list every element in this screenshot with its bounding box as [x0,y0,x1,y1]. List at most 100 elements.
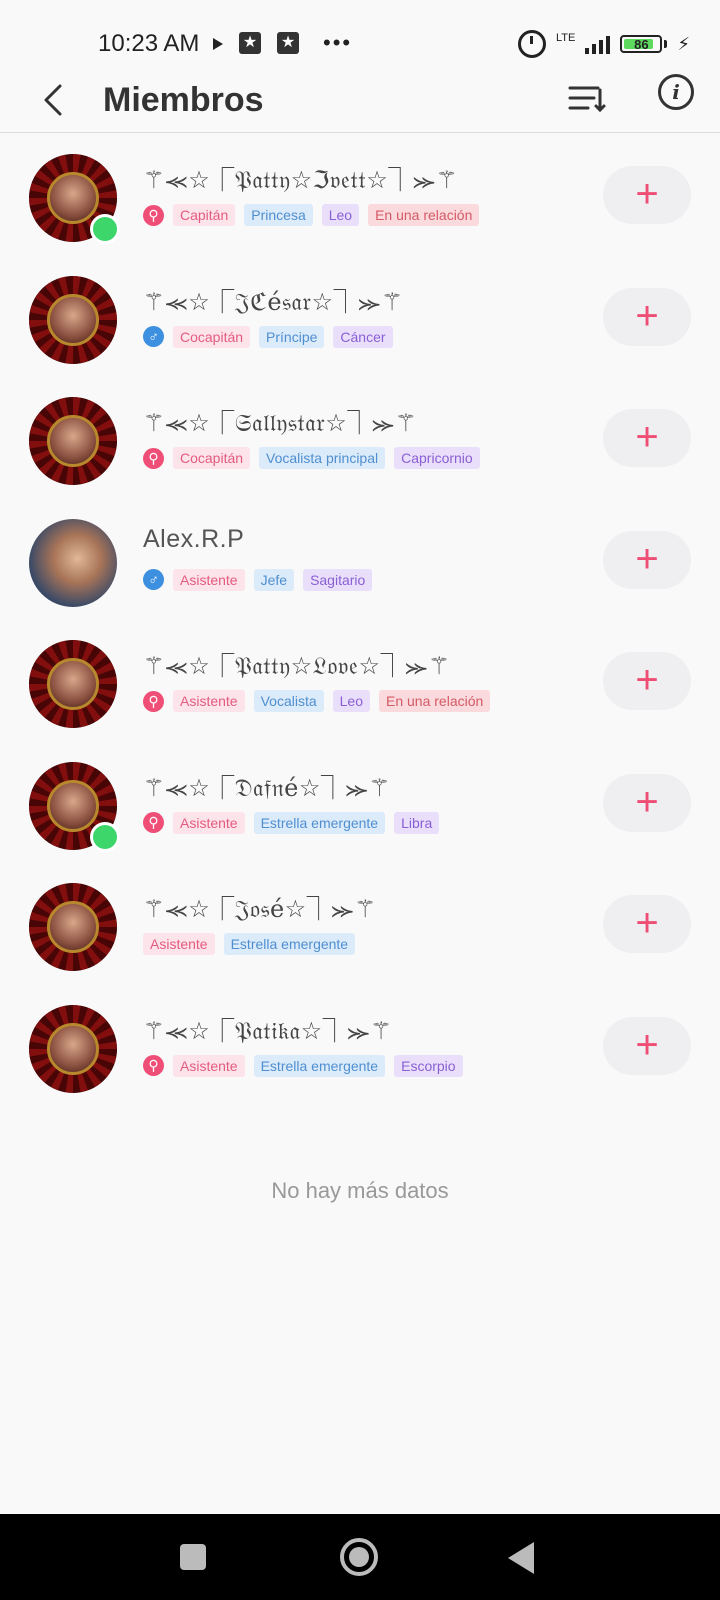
member-row[interactable]: ⚚⪻☆⎾𝔓𝔞𝔱𝔦𝔨𝔞☆⏋⪼⚚ ⚲ Asistente Estrella emergen… [0,989,720,1111]
online-status-dot [90,214,120,244]
member-name[interactable]: ⚚⪻☆⎾𝔇𝔞𝔣𝔫é☆⏋⪼⚚ [143,768,391,803]
avatar[interactable] [29,883,117,971]
app-bar: Miembros i [0,72,720,133]
member-row[interactable]: ⚚⪻☆⎾𝔖𝔞𝔩𝔩𝔶𝔰𝔱𝔞𝔯☆⏋⪼⚚ ⚲ Cocapitán Vocalista pri… [0,381,720,503]
female-gender-icon: ⚲ [143,690,164,712]
role-tag: Asistente [173,811,245,834]
role-tag: Príncipe [259,325,325,348]
member-tags: ⚲ Asistente Estrella emergente Libra [143,811,440,834]
add-friend-button[interactable]: + [603,1016,691,1075]
play-icon [213,38,223,50]
back-arrow-icon[interactable] [34,78,78,122]
star-notification-icon: ★ [239,32,261,54]
star-notification-icon: ★ [277,32,299,54]
charging-icon: ⚡ [677,33,690,54]
avatar[interactable] [29,518,117,607]
battery-level: 86 [634,36,649,52]
role-tag: Vocalista principal [259,447,386,469]
member-row[interactable]: ⚚⪻☆⎾𝔍𝔬𝔰é☆⏋⪼⚚ Asistente Estrella emergente + [0,867,720,989]
male-gender-icon: ♂ [143,326,164,347]
role-tag: Cáncer [333,325,393,348]
avatar-photo [47,172,99,224]
avatar-photo [47,1022,99,1075]
member-name[interactable]: ⚚⪻☆⎾𝔖𝔞𝔩𝔩𝔶𝔰𝔱𝔞𝔯☆⏋⪼⚚ [143,403,417,438]
role-tag: Vocalista [253,690,324,712]
member-tags: ⚲ Capitán Princesa Leo En una relación [143,204,480,226]
avatar[interactable] [29,640,117,728]
role-tag: Princesa [244,204,313,226]
add-friend-button[interactable]: + [603,166,691,224]
role-tag: Sagitario [303,568,373,591]
member-row[interactable]: ⚚⪻☆⎾𝔓𝔞𝔱𝔱𝔶☆𝔏𝔬𝔳𝔢☆⏋⪼⚚ ⚲ Asistente Vocalista Leo… [0,624,720,746]
home-circle-icon[interactable] [340,1538,378,1576]
online-status-dot [90,821,120,852]
role-tag: Asistente [173,1054,245,1077]
member-name[interactable]: ⚚⪻☆⎾𝔍ℭé𝔰𝔞𝔯☆⏋⪼⚚ [143,282,403,317]
female-gender-icon: ⚲ [143,812,164,833]
avatar[interactable] [29,1004,117,1093]
signal-icon [585,34,611,54]
no-more-data-text: No hay más datos [271,1178,449,1203]
role-tag: Leo [332,690,370,712]
male-gender-icon: ♂ [143,569,164,590]
member-row[interactable]: Alex.R.P ♂ Asistente Jefe Sagitario + [0,503,720,625]
battery-icon: 86 [620,35,663,53]
role-tag: Estrella emergente [223,933,356,955]
member-name[interactable]: ⚚⪻☆⎾𝔓𝔞𝔱𝔦𝔨𝔞☆⏋⪼⚚ [143,1011,392,1046]
member-tags: Asistente Estrella emergente [143,933,356,955]
role-tag: Escorpio [394,1054,463,1077]
alarm-icon [518,30,546,58]
member-tags: ⚲ Cocapitán Vocalista principal Capricornio [143,447,480,469]
member-name[interactable]: ⚚⪻☆⎾𝔓𝔞𝔱𝔱𝔶☆𝔏𝔬𝔳𝔢☆⏋⪼⚚ [143,646,450,681]
member-tags: ♂ Cocapitán Príncipe Cáncer [143,325,393,348]
female-gender-icon: ⚲ [143,204,164,226]
role-tag: En una relación [379,690,491,712]
role-tag: Jefe [253,568,295,591]
add-friend-button[interactable]: + [603,652,691,710]
member-name[interactable]: ⚚⪻☆⎾𝔍𝔬𝔰é☆⏋⪼⚚ [143,889,376,924]
role-tag: Asistente [143,933,215,955]
page-title: Miembros [103,81,264,119]
member-tags: ⚲ Asistente Vocalista Leo En una relación [143,690,491,712]
role-tag: En una relación [368,204,480,226]
add-friend-button[interactable]: + [603,895,691,953]
role-tag: Estrella emergente [253,811,386,834]
role-tag: Libra [394,811,440,834]
recents-square-icon[interactable] [180,1544,206,1570]
member-row[interactable]: ⚚⪻☆⎾𝔍ℭé𝔰𝔞𝔯☆⏋⪼⚚ ♂ Cocapitán Príncipe Cáncer + [0,260,720,382]
status-bar: 10:23 AM ★ ★ ••• LTE 86 ⚡ [0,0,720,72]
avatar-photo [47,901,99,953]
add-friend-button[interactable]: + [603,773,691,832]
member-tags: ♂ Asistente Jefe Sagitario [143,568,373,591]
notification-icons: ★ ★ ••• [213,32,352,54]
female-gender-icon: ⚲ [143,1055,164,1076]
info-icon[interactable]: i [658,74,694,110]
network-type: LTE [556,31,576,44]
battery-tip [664,40,668,48]
back-triangle-icon[interactable] [508,1542,534,1574]
member-row[interactable]: ⚚⪻☆⎾𝔓𝔞𝔱𝔱𝔶☆ℑ𝔳𝔢𝔱𝔱☆⏋⪼⚚ ⚲ Capitán Princesa Leo En… [0,138,720,260]
add-friend-button[interactable]: + [603,409,691,467]
role-tag: Leo [321,204,360,226]
status-time: 10:23 AM [98,30,200,57]
member-row[interactable]: ⚚⪻☆⎾𝔇𝔞𝔣𝔫é☆⏋⪼⚚ ⚲ Asistente Estrella emergent… [0,746,720,868]
sort-icon[interactable] [564,78,608,122]
role-tag: Cocapitán [173,447,251,469]
female-gender-icon: ⚲ [143,447,164,469]
member-tags: ⚲ Asistente Estrella emergente Escorpio [143,1054,463,1077]
add-friend-button[interactable]: + [603,530,691,589]
avatar[interactable] [29,397,117,485]
add-friend-button[interactable]: + [603,287,691,346]
role-tag: Asistente [173,568,245,591]
role-tag: Estrella emergente [253,1054,386,1077]
role-tag: Capricornio [394,447,480,469]
member-name[interactable]: Alex.R.P [143,525,244,554]
avatar-photo [47,779,99,832]
system-nav-bar [0,1514,720,1600]
member-name[interactable]: ⚚⪻☆⎾𝔓𝔞𝔱𝔱𝔶☆ℑ𝔳𝔢𝔱𝔱☆⏋⪼⚚ [143,160,458,195]
avatar[interactable] [29,275,117,364]
avatar-photo [47,415,99,467]
system-icons: LTE 86 ⚡ [518,30,690,58]
role-tag: Capitán [173,204,236,226]
role-tag: Cocapitán [173,325,251,348]
